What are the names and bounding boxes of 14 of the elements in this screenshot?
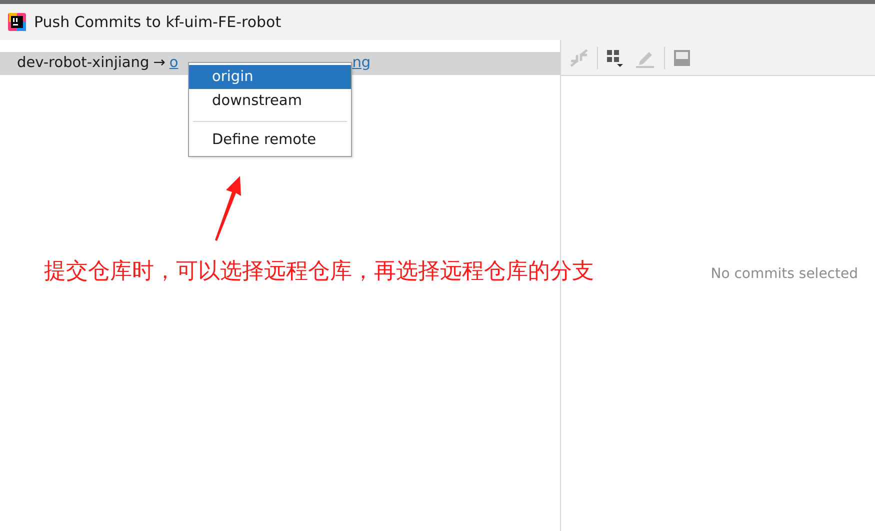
group-by-icon[interactable]	[606, 48, 626, 68]
menu-item[interactable]: downstream	[189, 89, 351, 113]
window-layout-icon[interactable]	[673, 48, 691, 66]
target-branch-link[interactable]: o	[169, 52, 178, 74]
app-logo-icon	[8, 13, 26, 31]
window-title: Push Commits to kf-uim-FE-robot	[34, 12, 282, 33]
menu-item[interactable]: origin	[189, 65, 351, 89]
empty-state-text: No commits selected	[710, 265, 859, 284]
annotation-text: 提交仓库时，可以选择远程仓库，再选择远程仓库的分支	[44, 258, 594, 286]
arrow-label: →	[153, 54, 166, 73]
menu-item[interactable]: Define remote	[189, 128, 351, 152]
local-branch-label: dev-robot-xinjiang	[17, 54, 150, 73]
target-branch-link[interactable]: ng	[352, 52, 371, 74]
collapse-arrows-icon[interactable]	[569, 48, 589, 66]
